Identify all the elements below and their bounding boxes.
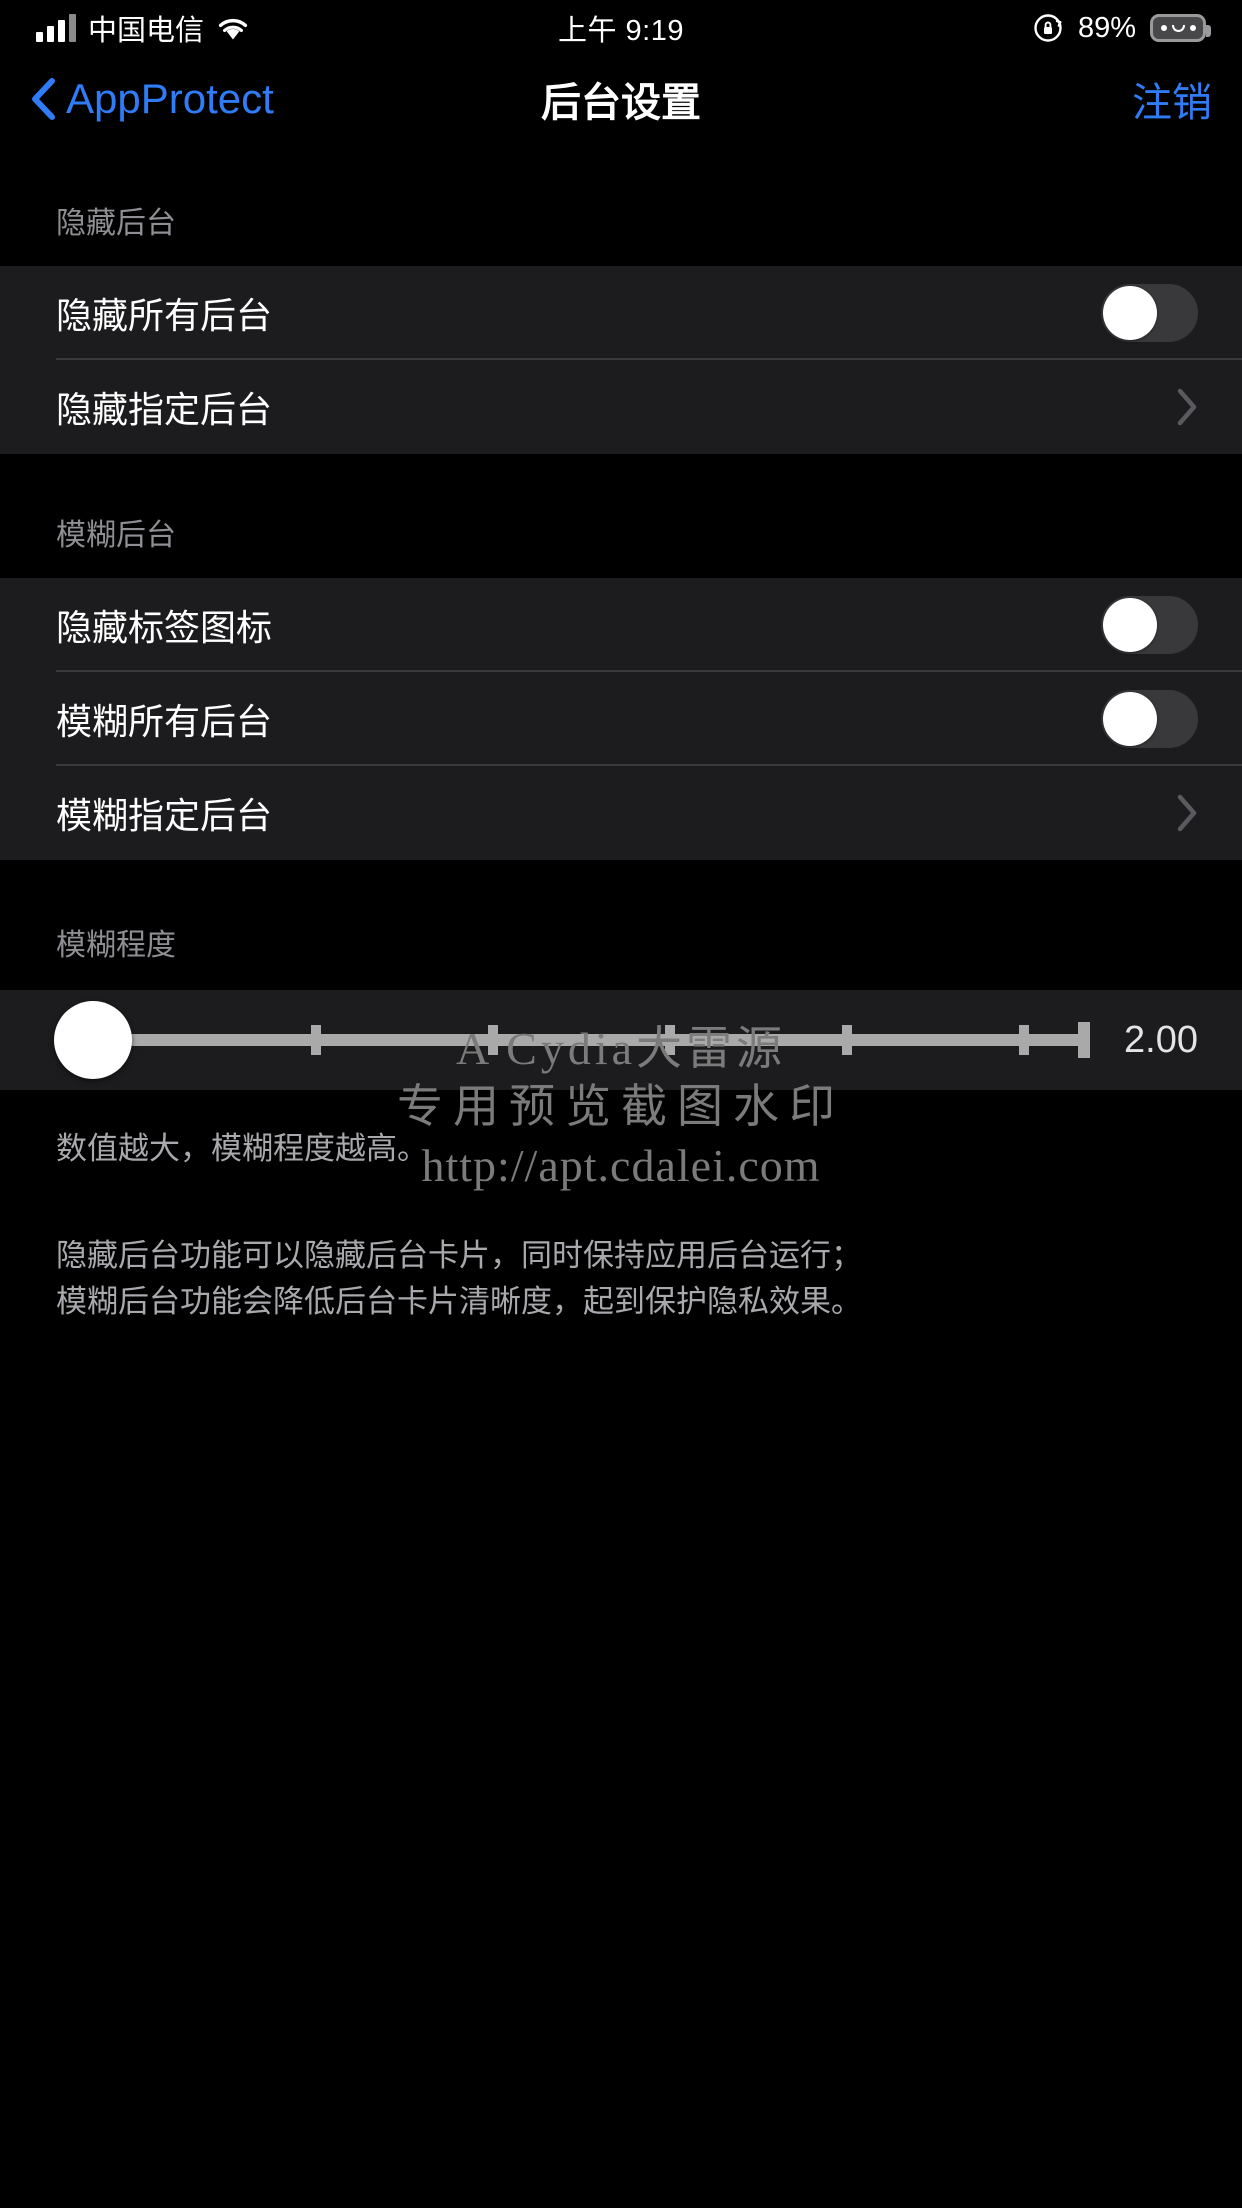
row-label: 模糊所有后台	[56, 701, 273, 742]
cellular-bars-icon	[36, 14, 76, 42]
back-button[interactable]: AppProtect	[30, 75, 274, 123]
status-bar: 中国电信 上午 9:19 89%	[0, 0, 1242, 56]
footer-description-line-2: 模糊后台功能会降低后台卡片清晰度，起到保护隐私效果。	[56, 1284, 862, 1319]
toggle-knob	[1103, 692, 1157, 746]
chevron-right-icon	[1176, 793, 1198, 833]
status-bar-left: 中国电信	[36, 7, 250, 49]
blur-level-slider[interactable]	[26, 990, 1098, 1090]
status-bar-right: 89%	[1032, 11, 1211, 45]
logout-button[interactable]: 注销	[1132, 70, 1212, 128]
toggle-hide-all-background[interactable]	[1101, 284, 1198, 342]
slider-row-blur-level: 2.00	[0, 990, 1242, 1090]
clock-label: 上午 9:19	[558, 15, 684, 47]
footer-blur-level: 数值越大，模糊程度越高。	[0, 1090, 1242, 1173]
slider-value-label: 2.00	[1124, 1018, 1198, 1061]
chevron-left-icon	[30, 77, 56, 121]
row-label: 隐藏标签图标	[56, 607, 273, 648]
slider-knob[interactable]	[54, 1001, 132, 1079]
row-blur-all-background[interactable]: 模糊所有后台	[0, 672, 1242, 766]
wifi-icon	[216, 15, 250, 41]
row-label: 隐藏指定后台	[56, 389, 273, 430]
section-group-blur-background: 隐藏标签图标 模糊所有后台 模糊指定后台	[0, 578, 1242, 860]
footer-description: 隐藏后台功能可以隐藏后台卡片，同时保持应用后台运行； 模糊后台功能会降低后台卡片…	[0, 1172, 1242, 1326]
phone-screen: 中国电信 上午 9:19 89% AppProtect 后台设置 注销 隐藏后台…	[0, 0, 1242, 2208]
navigation-bar: AppProtect 后台设置 注销	[0, 56, 1242, 142]
chevron-right-icon	[1176, 387, 1198, 427]
toggle-knob	[1103, 286, 1157, 340]
toggle-hide-label-icon[interactable]	[1101, 596, 1198, 654]
slider-track	[78, 1022, 1091, 1058]
carrier-label: 中国电信	[88, 15, 205, 47]
section-group-hide-background: 隐藏所有后台 隐藏指定后台	[0, 266, 1242, 454]
toggle-knob	[1103, 598, 1157, 652]
settings-table: 隐藏后台 隐藏所有后台 隐藏指定后台 模糊后台 隐藏标签图标 模糊所有后台 模糊…	[0, 142, 1242, 1326]
row-label: 模糊指定后台	[56, 795, 273, 836]
row-hide-specified-background[interactable]: 隐藏指定后台	[0, 360, 1242, 454]
row-blur-specified-background[interactable]: 模糊指定后台	[0, 766, 1242, 860]
section-header-blur-background: 模糊后台	[0, 454, 1242, 578]
back-button-label: AppProtect	[66, 75, 274, 122]
battery-percent-label: 89%	[1077, 11, 1136, 44]
battery-icon	[1150, 14, 1211, 42]
row-hide-label-icon[interactable]: 隐藏标签图标	[0, 578, 1242, 672]
toggle-blur-all-background[interactable]	[1101, 690, 1198, 748]
section-header-blur-level: 模糊程度	[0, 860, 1242, 990]
row-hide-all-background[interactable]: 隐藏所有后台	[0, 266, 1242, 360]
row-label: 隐藏所有后台	[56, 295, 273, 336]
footer-description-line-1: 隐藏后台功能可以隐藏后台卡片，同时保持应用后台运行；	[56, 1237, 862, 1273]
rotation-lock-icon	[1032, 12, 1064, 44]
section-header-hide-background: 隐藏后台	[0, 142, 1242, 266]
